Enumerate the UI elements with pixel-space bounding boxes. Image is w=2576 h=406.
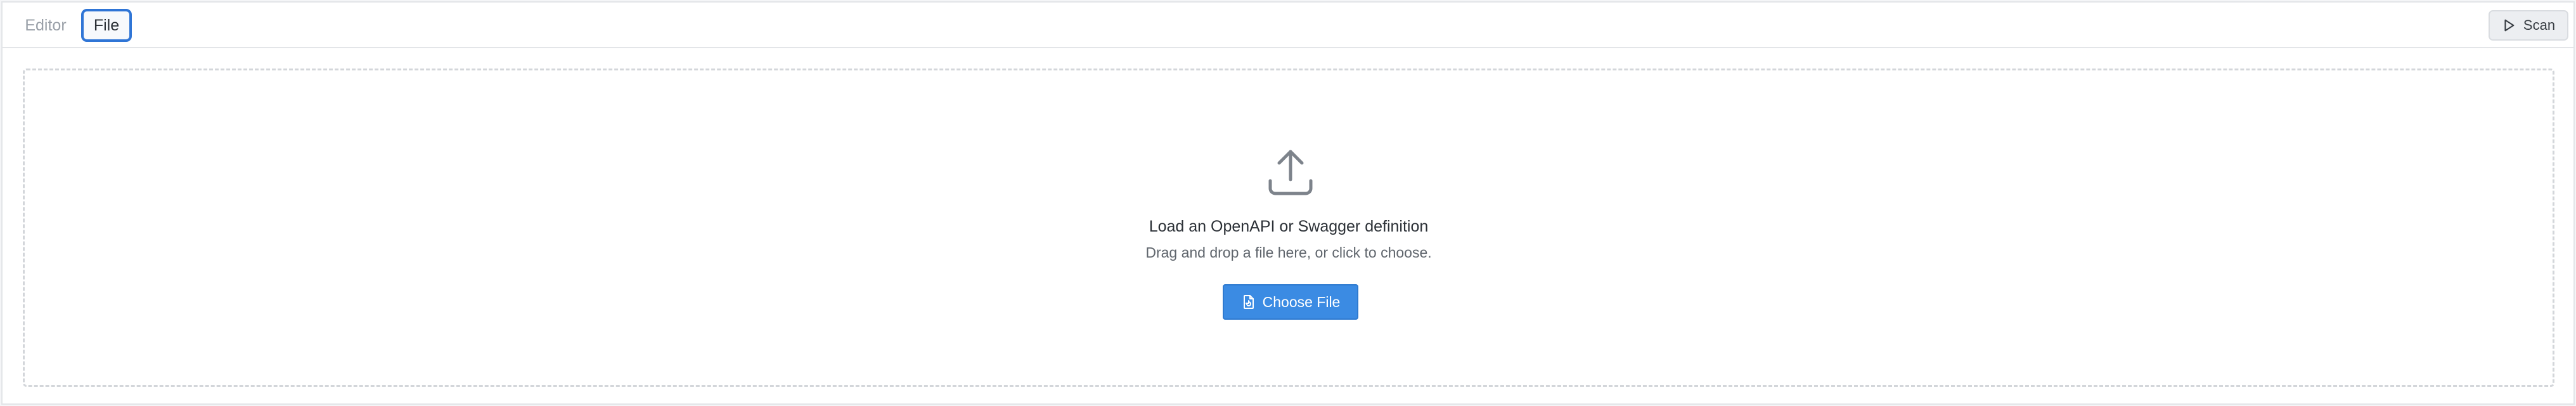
tab-editor[interactable]: Editor (13, 9, 79, 42)
app-frame: Editor File Scan Load an OpenAPI or Swag… (1, 1, 2575, 405)
tab-file-label: File (93, 16, 120, 34)
dropzone-subtitle: Drag and drop a file here, or click to c… (1145, 244, 1432, 261)
upload-icon (1268, 150, 1313, 195)
play-icon (2504, 19, 2515, 32)
tab-file[interactable]: File (81, 9, 132, 42)
tab-editor-label: Editor (25, 16, 67, 34)
file-icon (1243, 295, 1254, 309)
dropzone-title: Load an OpenAPI or Swagger definition (1149, 218, 1429, 235)
toolbar: Editor File Scan (3, 3, 2573, 48)
choose-file-button[interactable]: Choose File (1223, 284, 1358, 320)
scan-button-label: Scan (2523, 17, 2556, 33)
file-dropzone[interactable]: Load an OpenAPI or Swagger definition Dr… (23, 69, 2554, 387)
scan-button[interactable]: Scan (2489, 10, 2568, 41)
choose-file-label: Choose File (1262, 293, 1341, 310)
